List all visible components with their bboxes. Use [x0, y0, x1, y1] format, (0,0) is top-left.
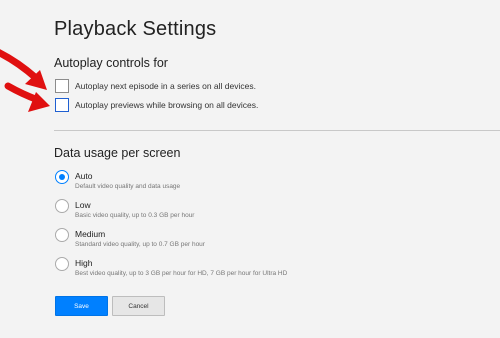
data-usage-section-title: Data usage per screen	[54, 146, 181, 160]
save-button[interactable]: Save	[55, 296, 108, 316]
annotation-arrows	[0, 49, 50, 112]
low-label: Low	[75, 200, 91, 210]
medium-radio[interactable]	[55, 228, 69, 242]
section-divider	[54, 130, 500, 131]
arrow-icon-bottom	[4, 82, 50, 112]
auto-label: Auto	[75, 171, 93, 181]
high-radio[interactable]	[55, 257, 69, 271]
medium-description: Standard video quality, up to 0.7 GB per…	[75, 241, 205, 248]
autoplay-next-episode-option[interactable]: Autoplay next episode in a series on all…	[55, 77, 256, 95]
cancel-button[interactable]: Cancel	[112, 296, 165, 316]
page-title: Playback Settings	[54, 18, 217, 40]
auto-description: Default video quality and data usage	[75, 183, 181, 190]
low-description: Basic video quality, up to 0.3 GB per ho…	[75, 212, 195, 219]
autoplay-next-episode-label: Autoplay next episode in a series on all…	[75, 81, 256, 91]
medium-label: Medium	[75, 229, 106, 239]
high-label: High	[75, 258, 93, 268]
autoplay-previews-label: Autoplay previews while browsing on all …	[75, 100, 259, 110]
autoplay-section-title: Autoplay controls for	[54, 56, 168, 70]
autoplay-previews-option[interactable]: Autoplay previews while browsing on all …	[55, 96, 258, 114]
high-description: Best video quality, up to 3 GB per hour …	[75, 270, 288, 277]
low-radio[interactable]	[55, 199, 69, 213]
auto-radio[interactable]	[55, 170, 69, 184]
